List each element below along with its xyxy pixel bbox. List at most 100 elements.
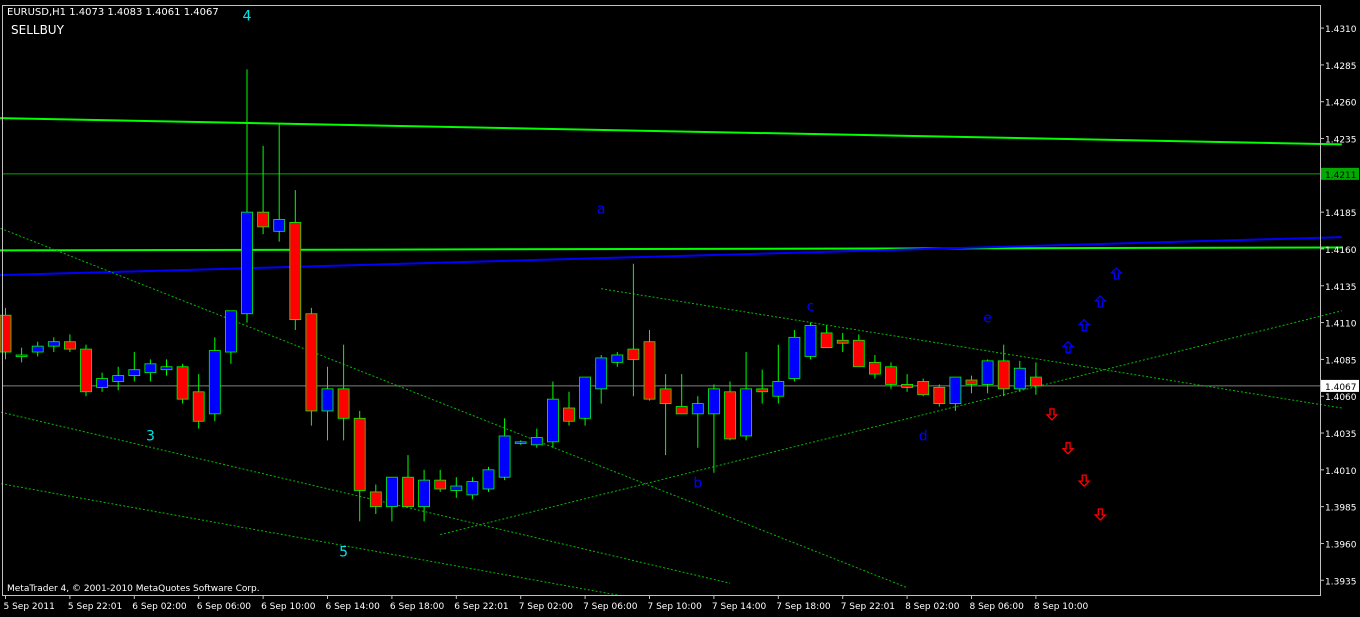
y-tick-label: 1.4010 [1325,467,1357,477]
candle-body [144,363,157,374]
candle-body [385,476,398,508]
x-tick-label: 8 Sep 02:00 [905,602,960,612]
candle-19 [305,307,318,426]
candle-body [1013,367,1026,390]
candle-body [917,381,930,396]
candle-body [128,369,141,376]
y-tick-label: 1.3935 [1325,577,1357,587]
x-tick-label: 7 Sep 10:00 [648,602,703,612]
candle-body [289,222,302,321]
candle-body [595,357,608,390]
y-tick-label: 1.4085 [1325,356,1357,366]
y-tick-label: 1.4285 [1325,62,1357,72]
current-price-label: 1.4067 [1325,383,1357,393]
candle-body [547,398,559,443]
candle-body [482,469,495,490]
y-tick-label: 1.4135 [1325,283,1357,293]
wave-label-3: 3 [146,428,155,444]
y-tick-label: 1.4060 [1325,393,1357,403]
candle-body [176,366,189,400]
x-tick-label: 7 Sep 06:00 [583,602,638,612]
candle-body [579,376,591,419]
y-tick-label: 1.4260 [1325,99,1357,109]
x-tick-label: 5 Sep 2011 [4,602,55,612]
candle-57 [917,378,930,397]
wave-label-b: b [693,476,702,492]
candle-50 [804,322,817,360]
wave-label-c: c [807,299,815,315]
y-tick-label: 1.4310 [1325,25,1357,35]
candle-58 [933,384,946,407]
candle-49 [788,329,801,382]
x-tick-label: 6 Sep 02:00 [132,602,187,612]
chart-window: 435abcde 1.43101.42851.42601.42351.42101… [0,0,1360,613]
candle-body [450,485,463,491]
candle-body [756,388,769,393]
symbol-header: EURUSD,H1 1.4073 1.4083 1.4061 1.4067 [7,7,219,18]
candle-body [0,314,12,353]
x-tick-label: 6 Sep 18:00 [390,602,445,612]
y-tick-label: 1.4235 [1325,136,1357,146]
candle-body [949,376,962,404]
candle-body [981,360,994,385]
candle-body [353,417,366,491]
candle-body [740,388,752,437]
candle-body [369,491,382,508]
candle-5 [80,344,92,397]
candle-body [192,391,205,422]
candle-body [434,479,447,490]
candle-30 [482,466,495,492]
candle-body [96,378,108,388]
candle-body [901,384,913,388]
candle-36 [579,376,591,426]
candle-body [80,348,92,393]
y-tick-label: 1.4035 [1325,430,1357,440]
y-tick-label: 1.4185 [1325,209,1357,219]
indicator-label: SELLBUY [11,23,65,37]
candle-body [691,403,704,415]
y-tick-label: 1.4160 [1325,246,1357,256]
x-tick-label: 6 Sep 06:00 [197,602,252,612]
candle-body [112,375,125,382]
candle-body [514,441,527,444]
candle-body [675,406,688,415]
candle-body [643,341,656,400]
x-tick-label: 6 Sep 22:01 [454,602,508,612]
x-tick-label: 7 Sep 14:00 [712,602,767,612]
wave-label-a: a [597,202,606,218]
x-tick-label: 7 Sep 02:00 [519,602,574,612]
candle-body [47,341,60,347]
y-tick-label: 1.3960 [1325,540,1357,550]
candle-body [224,310,237,353]
x-tick-label: 8 Sep 06:00 [970,602,1025,612]
candle-body [1030,376,1042,387]
candle-body [321,388,334,412]
candle-11 [176,363,189,404]
candle-body [402,476,414,508]
candle-body [708,388,720,415]
candle-body [466,481,479,496]
x-tick-label: 8 Sep 10:00 [1034,602,1089,612]
x-tick-label: 7 Sep 18:00 [776,602,831,612]
candle-body [804,325,817,357]
price-chart[interactable]: 435abcde 1.43101.42851.42601.42351.42101… [0,0,1360,613]
candle-body [820,332,833,349]
x-tick-label: 5 Sep 22:01 [68,602,122,612]
candle-body [160,366,173,371]
candle-body [31,345,44,353]
x-tick-label: 6 Sep 10:00 [261,602,316,612]
candle-body [836,339,849,344]
level-price-label: 1.4211 [1325,171,1357,181]
wave-label-e: e [983,311,992,327]
candle-body [772,381,785,397]
candle-body [15,354,28,357]
candle-body [627,348,640,360]
copyright-footer: MetaTrader 4, © 2001-2010 MetaQuotes Sof… [7,584,260,594]
candle-body [965,379,978,385]
candle-body [997,360,1010,390]
candle-body [498,435,511,478]
candle-body [933,386,946,404]
wave-label-4: 4 [243,9,252,25]
candle-body [852,339,865,368]
candle-body [418,479,431,508]
